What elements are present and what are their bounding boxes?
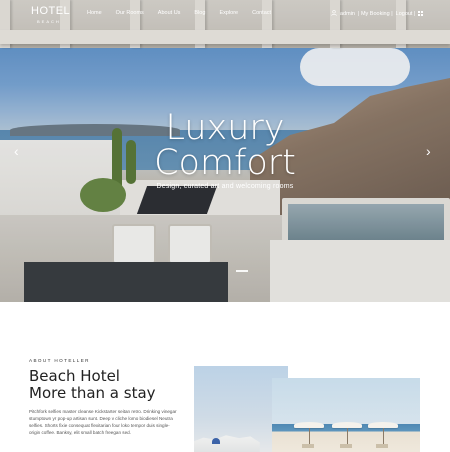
site-logo[interactable]: HOTEL BEACH: [31, 5, 71, 25]
user-nav: admin | My Booking | Logout |: [331, 10, 424, 18]
umbrella-pole: [309, 428, 310, 444]
main-menu: Home Our Rooms About Us Blog Explore Con…: [87, 10, 285, 16]
sun-lounger: [340, 444, 352, 448]
about-title-line2: More than a stay: [29, 384, 156, 402]
logout-link[interactable]: Logout |: [396, 11, 416, 17]
nav-about-us[interactable]: About Us: [158, 10, 181, 16]
nav-blog[interactable]: Blog: [194, 10, 205, 16]
nav-home[interactable]: Home: [87, 10, 102, 16]
hero-subtitle: Design, curated art and welcoming rooms: [156, 183, 294, 190]
umbrella-pole: [347, 428, 348, 444]
beach-photo: [272, 378, 420, 452]
grid-icon[interactable]: [418, 10, 424, 18]
about-body: Pitchfork selfies master cleanse Kicksta…: [29, 409, 177, 435]
top-navigation: HOTEL BEACH Home Our Rooms About Us Blog…: [0, 0, 450, 26]
about-title: Beach Hotel More than a stay: [29, 368, 156, 402]
logo-text: HOTEL: [31, 5, 71, 17]
user-icon: [331, 10, 337, 18]
hero-banner: Luxury Comfort Design, curated art and w…: [0, 0, 450, 302]
nav-explore[interactable]: Explore: [219, 10, 238, 16]
logo-tagline: BEACH: [37, 19, 61, 24]
hero-headline-line1: Luxury: [165, 108, 285, 148]
chevron-right-icon[interactable]: ›: [426, 144, 431, 158]
chevron-left-icon[interactable]: ‹: [14, 144, 19, 158]
hero-headline-line2: Comfort: [154, 143, 296, 183]
admin-link[interactable]: admin: [340, 11, 355, 17]
nav-our-rooms[interactable]: Our Rooms: [116, 10, 144, 16]
nav-contact[interactable]: Contact: [252, 10, 271, 16]
about-kicker: ABOUT HOTELLER: [29, 358, 90, 363]
blue-dome: [212, 438, 220, 444]
my-booking-link[interactable]: | My Booking |: [358, 11, 393, 17]
umbrella-pole: [383, 428, 384, 444]
sun-lounger: [302, 444, 314, 448]
sun-lounger: [376, 444, 388, 448]
about-title-line1: Beach Hotel: [29, 367, 120, 385]
slide-indicator[interactable]: [236, 270, 248, 272]
